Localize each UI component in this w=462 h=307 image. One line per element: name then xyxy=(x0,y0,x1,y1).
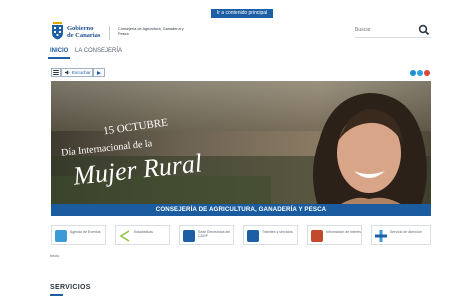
share-icon[interactable] xyxy=(410,70,416,76)
quick-link-label: Información de Interés xyxy=(326,230,361,234)
menu-icon xyxy=(53,70,59,75)
listen-label: Escuchar xyxy=(72,70,91,75)
calendar-icon xyxy=(55,230,67,242)
chevron-left-icon xyxy=(119,230,130,242)
info-icon xyxy=(311,230,323,242)
email-icon[interactable] xyxy=(424,70,430,76)
logo-line-2: de Canarias xyxy=(67,32,101,39)
nav-item-la-consejeria[interactable]: LA CONSEJERÍA xyxy=(75,47,122,55)
plus-icon xyxy=(375,230,387,242)
play-button[interactable] xyxy=(93,68,105,77)
twitter-icon[interactable] xyxy=(417,70,423,76)
tramites-icon xyxy=(247,230,259,242)
section-title: SERVICIOS xyxy=(50,284,91,291)
search-icon[interactable] xyxy=(418,24,430,36)
logo-line-1: Gobierno xyxy=(67,25,94,32)
header: Gobierno de Canarias Consejería de Agric… xyxy=(0,18,462,42)
quick-link-label: Servicio de Atención xyxy=(390,230,422,234)
quick-link-atencion[interactable]: Servicio de Atención xyxy=(371,225,431,245)
banner-caption: CONSEJERÍA DE AGRICULTURA, GANADERÍA Y P… xyxy=(51,204,431,216)
page: Ir a contenido principal Gobierno de Can… xyxy=(0,0,462,307)
nav-item-inicio[interactable]: INICIO xyxy=(50,47,68,55)
logo-wordmark[interactable]: Gobierno de Canarias xyxy=(67,25,100,39)
quick-link-agenda[interactable]: Agenda de Eventos xyxy=(51,225,106,245)
sede-icon xyxy=(183,230,195,242)
quick-link-label: Trámites y servicios xyxy=(262,230,293,234)
search-box xyxy=(355,22,431,38)
search-input[interactable] xyxy=(355,24,413,36)
quick-link-label: Sede Electrónica del CAGP xyxy=(198,230,231,238)
speaker-icon xyxy=(65,70,70,75)
ministry-name: Consejería de Agricultura, Ganadería y P… xyxy=(118,27,184,36)
quick-link-tramites[interactable]: Trámites y servicios xyxy=(243,225,298,245)
canarias-shield-icon xyxy=(52,22,63,40)
quick-link-label: Agenda de Eventos xyxy=(70,230,101,234)
quick-link-label: Estadísticas xyxy=(134,230,153,234)
hero-banner[interactable]: 15 OCTUBRE Día Internacional de la Mujer… xyxy=(51,81,431,215)
breadcrumb[interactable]: Inicio xyxy=(50,253,59,258)
quick-link-informacion[interactable]: Información de Interés xyxy=(307,225,362,245)
quick-link-estadisticas[interactable]: Estadísticas xyxy=(115,225,170,245)
toolbar: Escuchar xyxy=(0,67,462,79)
play-icon xyxy=(97,70,101,75)
skip-to-content-link[interactable]: Ir a contenido principal xyxy=(211,9,273,18)
section-title-underline xyxy=(50,294,63,296)
quick-link-sede[interactable]: Sede Electrónica del CAGP xyxy=(179,225,234,245)
menu-button[interactable] xyxy=(51,68,61,77)
nav-active-indicator xyxy=(48,57,70,59)
listen-button[interactable]: Escuchar xyxy=(61,68,93,77)
logo-divider xyxy=(109,26,110,40)
